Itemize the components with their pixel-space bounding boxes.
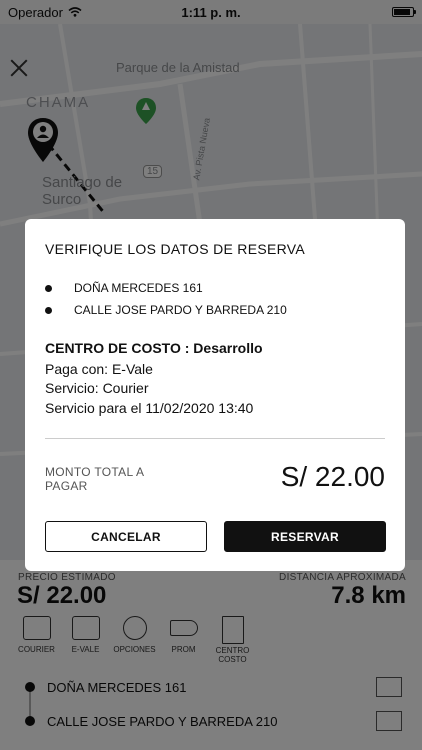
service-datetime: Servicio para el 11/02/2020 13:40 xyxy=(45,400,254,416)
dialog-origin: DOÑA MERCEDES 161 xyxy=(45,281,203,295)
dialog-title: VERIFIQUE LOS DATOS DE RESERVA xyxy=(45,241,306,257)
dialog-destination: CALLE JOSE PARDO Y BARREDA 210 xyxy=(45,303,287,317)
dialog-destination-label: CALLE JOSE PARDO Y BARREDA 210 xyxy=(74,303,287,317)
cancel-button[interactable]: CANCELAR xyxy=(45,521,207,552)
divider xyxy=(45,438,385,439)
destination-dot xyxy=(45,306,52,314)
dialog-origin-label: DOÑA MERCEDES 161 xyxy=(74,281,203,295)
reserve-button[interactable]: RESERVAR xyxy=(224,521,386,552)
total-amount: S/ 22.00 xyxy=(280,461,385,492)
origin-dot xyxy=(45,284,52,292)
total-caption: MONTO TOTAL A PAGAR xyxy=(45,465,144,493)
service-type: Servicio: Courier xyxy=(45,380,149,396)
cost-center: CENTRO DE COSTO : Desarrollo xyxy=(45,340,263,356)
reservation-confirm-dialog: VERIFIQUE LOS DATOS DE RESERVA DOÑA MERC… xyxy=(25,219,405,571)
payment-method: Paga con: E-Vale xyxy=(45,361,153,377)
